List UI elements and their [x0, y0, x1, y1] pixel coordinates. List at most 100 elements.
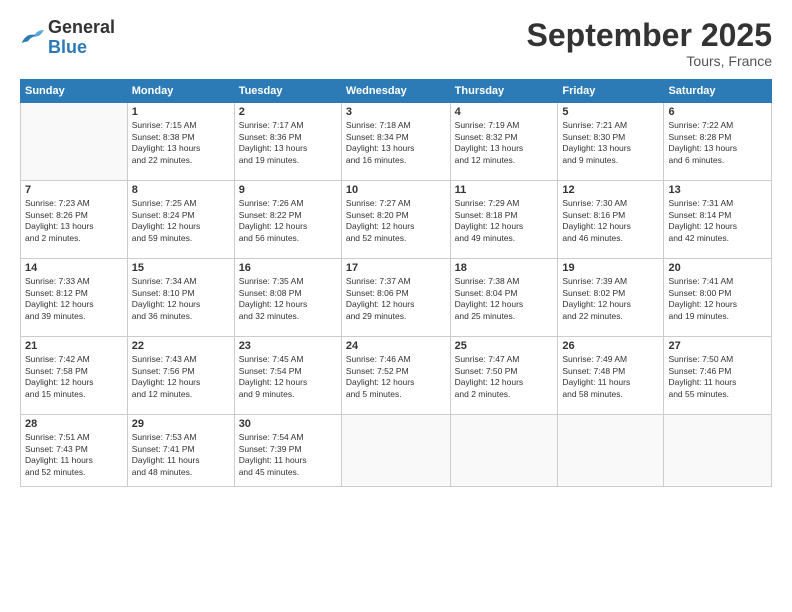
- day-number: 29: [132, 418, 230, 430]
- table-row: 5 Sunrise: 7:21 AM Sunset: 8:30 PM Daylig…: [558, 103, 664, 181]
- day-number: 18: [455, 262, 554, 274]
- table-row: 3 Sunrise: 7:18 AM Sunset: 8:34 PM Daylig…: [341, 103, 450, 181]
- col-sunday: Sunday: [21, 80, 128, 103]
- logo: General Blue: [20, 18, 115, 58]
- table-row: 24Sunrise: 7:46 AM Sunset: 7:52 PM Dayli…: [341, 337, 450, 415]
- day-info: Sunrise: 7:33 AM Sunset: 8:12 PM Dayligh…: [25, 276, 123, 322]
- day-info: Sunrise: 7:30 AM Sunset: 8:16 PM Dayligh…: [562, 198, 659, 244]
- calendar-week-row: 21Sunrise: 7:42 AM Sunset: 7:58 PM Dayli…: [21, 337, 772, 415]
- table-row: 12Sunrise: 7:30 AM Sunset: 8:16 PM Dayli…: [558, 181, 664, 259]
- day-number: 8: [132, 184, 230, 196]
- day-info: Sunrise: 7:17 AM Sunset: 8:36 PM Dayligh…: [239, 120, 337, 166]
- table-row: 29 Sunrise: 7:53 AM Sunset: 7:41 PM Dayli…: [127, 415, 234, 487]
- logo-text: General Blue: [48, 17, 115, 57]
- day-number: 1: [132, 106, 230, 118]
- day-info: Sunrise: 7:51 AM Sunset: 7:43 PM Dayligh…: [25, 432, 123, 478]
- table-row: 6 Sunrise: 7:22 AM Sunset: 8:28 PM Daylig…: [664, 103, 772, 181]
- col-tuesday: Tuesday: [234, 80, 341, 103]
- day-info: Sunrise: 7:54 AM Sunset: 7:39 PM Dayligh…: [239, 432, 337, 478]
- table-row: 11Sunrise: 7:29 AM Sunset: 8:18 PM Dayli…: [450, 181, 558, 259]
- col-saturday: Saturday: [664, 80, 772, 103]
- day-info: Sunrise: 7:18 AM Sunset: 8:34 PM Dayligh…: [346, 120, 446, 166]
- calendar-location: Tours, France: [527, 53, 772, 69]
- day-number: 2: [239, 106, 337, 118]
- col-friday: Friday: [558, 80, 664, 103]
- calendar-week-row: 7 Sunrise: 7:23 AM Sunset: 8:26 PM Daylig…: [21, 181, 772, 259]
- day-number: 15: [132, 262, 230, 274]
- day-info: Sunrise: 7:50 AM Sunset: 7:46 PM Dayligh…: [668, 354, 767, 400]
- table-row: 23 Sunrise: 7:45 AM Sunset: 7:54 PM Dayli…: [234, 337, 341, 415]
- table-row: [341, 415, 450, 487]
- table-row: 25 Sunrise: 7:47 AM Sunset: 7:50 PM Dayli…: [450, 337, 558, 415]
- day-number: 26: [562, 340, 659, 352]
- col-wednesday: Wednesday: [341, 80, 450, 103]
- table-row: 15 Sunrise: 7:34 AM Sunset: 8:10 PM Dayli…: [127, 259, 234, 337]
- day-number: 24: [346, 340, 446, 352]
- calendar-header-row: Sunday Monday Tuesday Wednesday Thursday…: [21, 80, 772, 103]
- table-row: 2 Sunrise: 7:17 AM Sunset: 8:36 PM Daylig…: [234, 103, 341, 181]
- day-number: 22: [132, 340, 230, 352]
- day-info: Sunrise: 7:15 AM Sunset: 8:38 PM Dayligh…: [132, 120, 230, 166]
- day-info: Sunrise: 7:47 AM Sunset: 7:50 PM Dayligh…: [455, 354, 554, 400]
- table-row: 8 Sunrise: 7:25 AM Sunset: 8:24 PM Daylig…: [127, 181, 234, 259]
- table-row: 10Sunrise: 7:27 AM Sunset: 8:20 PM Dayli…: [341, 181, 450, 259]
- table-row: 7 Sunrise: 7:23 AM Sunset: 8:26 PM Daylig…: [21, 181, 128, 259]
- day-info: Sunrise: 7:39 AM Sunset: 8:02 PM Dayligh…: [562, 276, 659, 322]
- table-row: 9 Sunrise: 7:26 AM Sunset: 8:22 PM Daylig…: [234, 181, 341, 259]
- day-number: 19: [562, 262, 659, 274]
- day-number: 30: [239, 418, 337, 430]
- day-info: Sunrise: 7:37 AM Sunset: 8:06 PM Dayligh…: [346, 276, 446, 322]
- table-row: 30 Sunrise: 7:54 AM Sunset: 7:39 PM Dayli…: [234, 415, 341, 487]
- calendar-title: September 2025: [527, 18, 772, 53]
- day-number: 4: [455, 106, 554, 118]
- day-number: 25: [455, 340, 554, 352]
- day-info: Sunrise: 7:21 AM Sunset: 8:30 PM Dayligh…: [562, 120, 659, 166]
- day-number: 6: [668, 106, 767, 118]
- table-row: 4 Sunrise: 7:19 AM Sunset: 8:32 PM Daylig…: [450, 103, 558, 181]
- day-info: Sunrise: 7:43 AM Sunset: 7:56 PM Dayligh…: [132, 354, 230, 400]
- page: General Blue September 2025 Tours, Franc…: [0, 0, 792, 612]
- header: General Blue September 2025 Tours, Franc…: [20, 18, 772, 69]
- calendar-week-row: 14 Sunrise: 7:33 AM Sunset: 8:12 PM Dayli…: [21, 259, 772, 337]
- day-number: 14: [25, 262, 123, 274]
- day-info: Sunrise: 7:19 AM Sunset: 8:32 PM Dayligh…: [455, 120, 554, 166]
- day-info: Sunrise: 7:41 AM Sunset: 8:00 PM Dayligh…: [668, 276, 767, 322]
- calendar-week-row: 1 Sunrise: 7:15 AM Sunset: 8:38 PM Daylig…: [21, 103, 772, 181]
- table-row: 27Sunrise: 7:50 AM Sunset: 7:46 PM Dayli…: [664, 337, 772, 415]
- table-row: 22 Sunrise: 7:43 AM Sunset: 7:56 PM Dayli…: [127, 337, 234, 415]
- day-number: 17: [346, 262, 446, 274]
- table-row: 17 Sunrise: 7:37 AM Sunset: 8:06 PM Dayli…: [341, 259, 450, 337]
- day-number: 10: [346, 184, 446, 196]
- day-number: 28: [25, 418, 123, 430]
- day-number: 5: [562, 106, 659, 118]
- day-number: 9: [239, 184, 337, 196]
- table-row: 14 Sunrise: 7:33 AM Sunset: 8:12 PM Dayli…: [21, 259, 128, 337]
- day-number: 16: [239, 262, 337, 274]
- day-number: 20: [668, 262, 767, 274]
- logo-bird-icon: [20, 28, 44, 48]
- calendar-week-row: 28 Sunrise: 7:51 AM Sunset: 7:43 PM Dayli…: [21, 415, 772, 487]
- day-number: 7: [25, 184, 123, 196]
- table-row: 1 Sunrise: 7:15 AM Sunset: 8:38 PM Daylig…: [127, 103, 234, 181]
- col-thursday: Thursday: [450, 80, 558, 103]
- day-info: Sunrise: 7:45 AM Sunset: 7:54 PM Dayligh…: [239, 354, 337, 400]
- table-row: 21Sunrise: 7:42 AM Sunset: 7:58 PM Dayli…: [21, 337, 128, 415]
- day-info: Sunrise: 7:34 AM Sunset: 8:10 PM Dayligh…: [132, 276, 230, 322]
- day-info: Sunrise: 7:22 AM Sunset: 8:28 PM Dayligh…: [668, 120, 767, 166]
- day-info: Sunrise: 7:29 AM Sunset: 8:18 PM Dayligh…: [455, 198, 554, 244]
- table-row: 20 Sunrise: 7:41 AM Sunset: 8:00 PM Dayli…: [664, 259, 772, 337]
- table-row: 28 Sunrise: 7:51 AM Sunset: 7:43 PM Dayli…: [21, 415, 128, 487]
- day-info: Sunrise: 7:31 AM Sunset: 8:14 PM Dayligh…: [668, 198, 767, 244]
- title-block: September 2025 Tours, France: [527, 18, 772, 69]
- day-info: Sunrise: 7:26 AM Sunset: 8:22 PM Dayligh…: [239, 198, 337, 244]
- day-info: Sunrise: 7:53 AM Sunset: 7:41 PM Dayligh…: [132, 432, 230, 478]
- day-number: 13: [668, 184, 767, 196]
- table-row: 16 Sunrise: 7:35 AM Sunset: 8:08 PM Dayli…: [234, 259, 341, 337]
- day-info: Sunrise: 7:23 AM Sunset: 8:26 PM Dayligh…: [25, 198, 123, 244]
- day-info: Sunrise: 7:25 AM Sunset: 8:24 PM Dayligh…: [132, 198, 230, 244]
- table-row: [558, 415, 664, 487]
- day-number: 3: [346, 106, 446, 118]
- day-number: 23: [239, 340, 337, 352]
- day-info: Sunrise: 7:35 AM Sunset: 8:08 PM Dayligh…: [239, 276, 337, 322]
- table-row: [21, 103, 128, 181]
